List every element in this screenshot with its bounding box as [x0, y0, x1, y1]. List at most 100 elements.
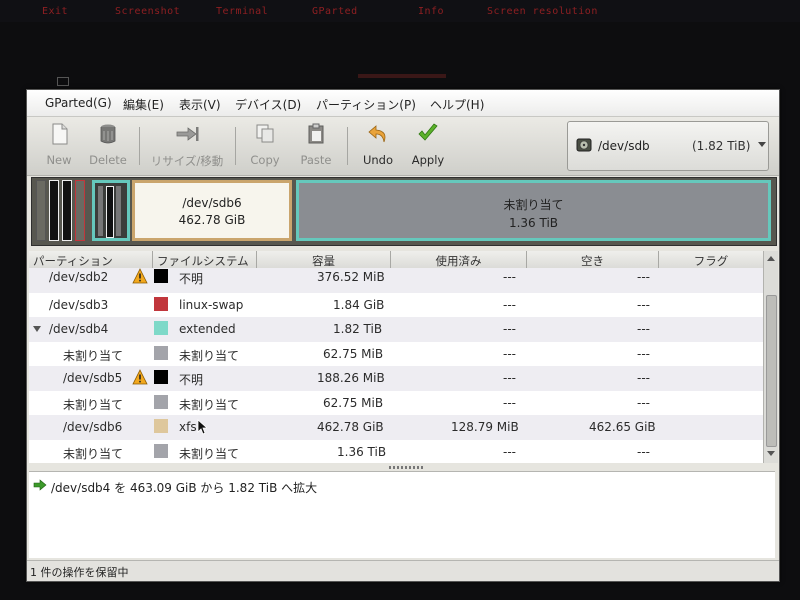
free-value: ---: [637, 444, 650, 459]
copy-icon: [256, 124, 274, 143]
disk-map-sdb6-name: /dev/sdb6: [182, 196, 242, 210]
disk-map-unknown-small: [106, 186, 114, 238]
table-row[interactable]: 未割り当て 未割り当て 1.36 TiB --- ---: [29, 439, 763, 463]
disk-map-partition-sdb1[interactable]: [36, 180, 46, 241]
table-row[interactable]: /dev/sdb3 linux-swap 1.84 GiB --- ---: [29, 292, 763, 317]
used-value: ---: [503, 444, 516, 459]
copy-button[interactable]: Copy: [243, 121, 287, 171]
table-row[interactable]: /dev/sdb5 不明 188.26 MiB --- ---: [29, 366, 763, 391]
filesystem-color-swatch: [154, 394, 168, 409]
disk-map-partition-sdb3[interactable]: [75, 180, 85, 241]
free-value: ---: [637, 346, 650, 361]
desktop-gparted-link[interactable]: GParted: [312, 6, 358, 17]
new-button-label: New: [46, 153, 72, 167]
menu-device[interactable]: デバイス(D): [235, 96, 301, 113]
device-name: /dev/sdb: [598, 139, 650, 153]
partition-name: 未割り当て: [63, 348, 124, 363]
disk-map-partition-sdb5[interactable]: [62, 180, 72, 241]
disk-map-unallocated[interactable]: 未割り当て 1.36 TiB: [296, 180, 771, 241]
menu-edit[interactable]: 編集(E): [123, 96, 164, 113]
table-row[interactable]: /dev/sdb4 extended 1.82 TiB --- ---: [29, 317, 763, 342]
size-value: 462.78 GiB: [317, 420, 384, 434]
filesystem-label: 未割り当て: [179, 348, 240, 363]
filesystem-label: 未割り当て: [179, 397, 240, 412]
used-value: ---: [503, 322, 516, 336]
disk-map-unallocated-label: 未割り当て: [503, 198, 564, 212]
warning-icon: [132, 268, 148, 284]
partition-name: /dev/sdb3: [49, 297, 109, 312]
free-value: 462.65 GiB: [589, 420, 656, 434]
table-row[interactable]: 未割り当て 未割り当て 62.75 MiB --- ---: [29, 390, 763, 415]
undo-button[interactable]: Undo: [355, 121, 401, 171]
device-selector[interactable]: /dev/sdb (1.82 TiB): [567, 121, 769, 171]
size-value: 188.26 MiB: [317, 371, 385, 385]
desktop-exit-link[interactable]: Exit: [42, 6, 68, 17]
warning-icon: [132, 369, 148, 385]
filesystem-color-swatch: [154, 345, 168, 360]
statusbar: 1 件の操作を保留中: [27, 560, 779, 581]
checkmark-icon: [418, 123, 438, 141]
apply-button[interactable]: Apply: [405, 121, 451, 171]
device-size: (1.82 TiB): [692, 139, 751, 153]
disk-map-partition-sdb2[interactable]: [49, 180, 59, 241]
partition-name: 未割り当て: [63, 397, 124, 412]
pending-operations-pane: /dev/sdb4 を 463.09 GiB から 1.82 TiB へ拡大: [29, 471, 775, 558]
desktop-info-link[interactable]: Info: [418, 6, 444, 17]
delete-button[interactable]: Delete: [85, 121, 131, 171]
filesystem-color-swatch: [154, 269, 168, 283]
menu-view[interactable]: 表示(V): [179, 96, 221, 113]
disk-map-extended-sdb4[interactable]: [92, 180, 130, 241]
harddisk-icon: [576, 138, 592, 152]
resize-move-button-label: リサイズ/移動: [150, 154, 224, 168]
desktop-terminal-link[interactable]: Terminal: [216, 6, 268, 17]
free-value: ---: [637, 270, 650, 284]
menu-help[interactable]: ヘルプ(H): [430, 96, 484, 113]
size-value: 1.82 TiB: [333, 322, 383, 336]
delete-icon: [100, 124, 116, 144]
resize-move-button[interactable]: リサイズ/移動: [145, 121, 229, 171]
mouse-pointer-icon: [197, 419, 207, 435]
expander-arrow-icon[interactable]: [33, 326, 41, 332]
filesystem-label: extended: [179, 322, 236, 336]
resize-move-icon: [176, 127, 199, 141]
table-scrollbar[interactable]: [763, 251, 778, 463]
filesystem-color-swatch: [154, 443, 168, 458]
used-value: ---: [503, 297, 516, 312]
pane-resize-handle[interactable]: [389, 466, 425, 469]
size-value: 376.52 MiB: [317, 270, 385, 284]
undo-icon: [368, 125, 386, 143]
status-text: 1 件の操作を保留中: [30, 566, 129, 579]
chevron-down-icon: [758, 142, 766, 147]
filesystem-color-swatch: [154, 321, 168, 335]
desktop-launcher-bar: Exit Screenshot Terminal GParted Info Sc…: [0, 0, 800, 22]
undo-button-label: Undo: [362, 153, 394, 167]
partition-table: パーティション ファイルシステム 容量 使用済み 空き フラグ /dev/sdb…: [29, 251, 763, 463]
scroll-up-arrow-icon[interactable]: [767, 256, 775, 261]
used-value: ---: [503, 371, 516, 385]
gparted-window: GParted(G) 編集(E) 表示(V) デバイス(D) パーティション(P…: [26, 89, 780, 582]
paste-button-label: Paste: [300, 153, 332, 167]
copy-button-label: Copy: [250, 153, 280, 167]
filesystem-label: xfs: [179, 420, 197, 434]
scrollbar-thumb[interactable]: [766, 295, 777, 447]
menu-gparted[interactable]: GParted(G): [45, 96, 112, 110]
scroll-down-arrow-icon[interactable]: [767, 451, 775, 456]
disk-map-unallocated-size: 1.36 TiB: [508, 216, 559, 230]
window-menu-icon[interactable]: [57, 77, 69, 86]
table-row[interactable]: /dev/sdb2 不明 376.52 MiB --- ---: [29, 268, 763, 293]
used-value: ---: [503, 270, 516, 284]
filesystem-label: 不明: [179, 272, 204, 286]
paste-button[interactable]: Paste: [293, 121, 339, 171]
table-row[interactable]: /dev/sdb6 xfs 462.78 GiB 128.79 MiB 462.…: [29, 415, 763, 440]
used-value: 128.79 MiB: [451, 420, 519, 434]
window-title-bar: [358, 74, 446, 78]
pending-operation-text[interactable]: /dev/sdb4 を 463.09 GiB から 1.82 TiB へ拡大: [51, 479, 317, 496]
disk-map-partition-sdb6[interactable]: /dev/sdb6 462.78 GiB: [132, 180, 292, 241]
desktop-screen-resolution-link[interactable]: Screen resolution: [487, 6, 598, 17]
menu-partition[interactable]: パーティション(P): [316, 96, 416, 113]
filesystem-color-swatch: [154, 370, 168, 384]
resize-operation-icon: [33, 479, 47, 491]
table-row[interactable]: 未割り当て 未割り当て 62.75 MiB --- ---: [29, 341, 763, 366]
new-button[interactable]: New: [37, 121, 81, 171]
desktop-screenshot-link[interactable]: Screenshot: [115, 6, 180, 17]
